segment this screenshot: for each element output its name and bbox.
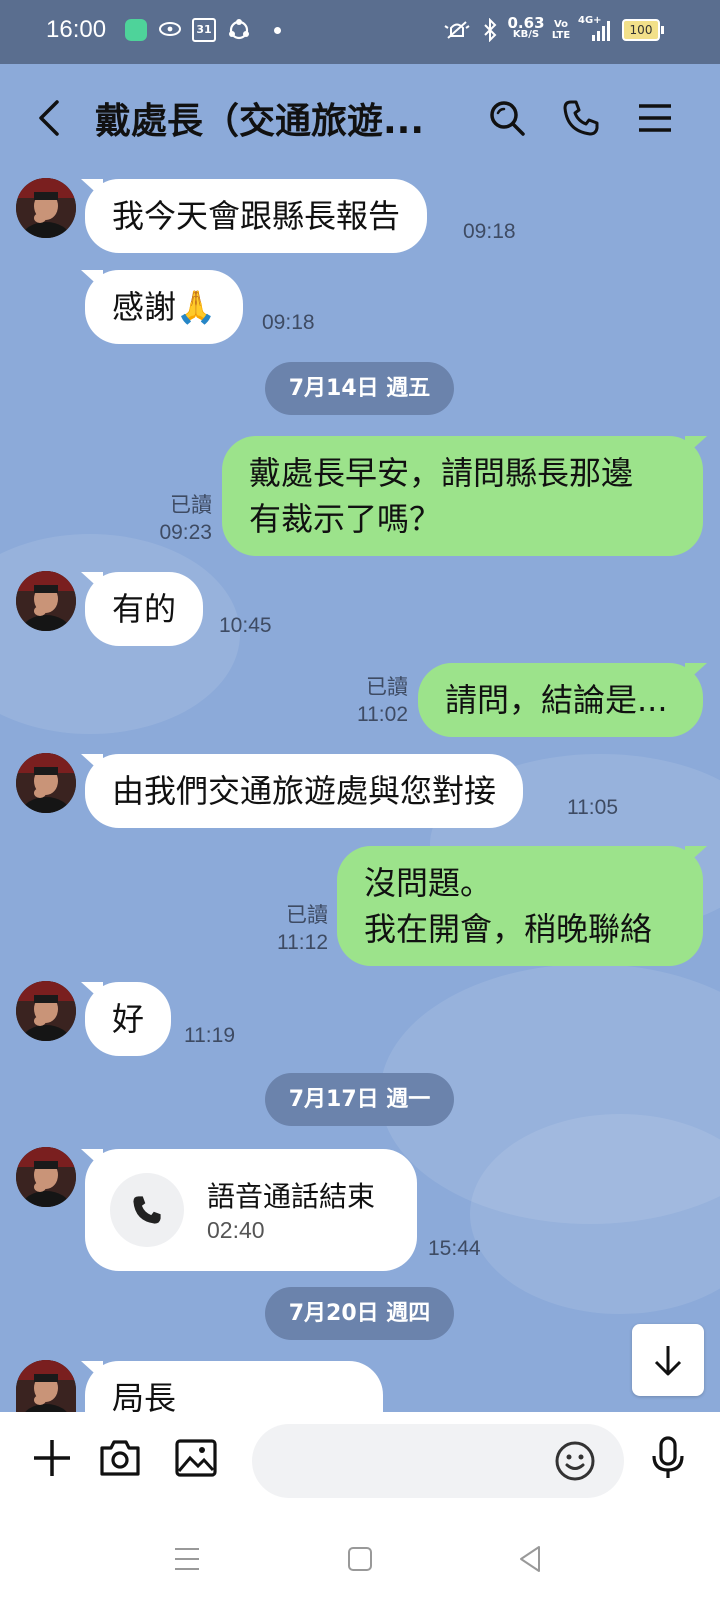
message-text-line: 沒問題。 [364,864,493,902]
incoming-message-bubble[interactable]: 局長 [85,1361,383,1417]
home-button[interactable] [335,1534,385,1584]
contact-avatar[interactable] [16,753,76,813]
message-time: 09:23 [159,521,212,544]
silent-mode-icon [442,17,472,43]
date-separator: 7月14日 週五 [265,362,454,415]
message-time: 11:02 [357,703,408,726]
message-text: 感謝🙏 [112,288,216,326]
message-time: 11:05 [567,796,618,819]
chevron-left-icon [39,100,59,136]
signal-icon: 4G+ [578,15,612,43]
net-speed: 0.63 KB/S [507,14,545,42]
call-title: 語音通話結束 [207,1180,376,1213]
status-bar: 16:00 31 0.63 KB/S Vo LTE 4G+ 100 [0,0,720,64]
date-separator: 7月20日 週四 [265,1287,454,1340]
message-time: 11:19 [184,1024,235,1047]
message-time: 11:12 [277,931,328,954]
incoming-message-bubble[interactable]: 有的 [85,572,204,646]
message-text: 由我們交通旅遊處與您對接 [112,772,497,810]
voice-button[interactable] [640,1430,696,1486]
message-text: 請問，結論是... [445,681,668,719]
incoming-message-bubble[interactable]: 我今天會跟縣長報告 [85,179,428,253]
read-label: 已讀 [286,904,328,927]
phone-icon [133,1196,161,1224]
cloud-app-icon [157,17,183,43]
scroll-to-bottom-button[interactable] [632,1324,704,1396]
message-time: 09:18 [262,311,315,334]
camera-icon [100,1440,140,1476]
outgoing-message-bubble[interactable]: 戴處長早安，請問縣長那邊 有裁示了嗎？ [222,436,703,556]
net-speed-value: 0.63 [507,14,545,32]
incoming-message-bubble[interactable]: 由我們交通旅遊處與您對接 [85,754,524,828]
camera-button[interactable] [92,1430,148,1486]
recent-apps-button[interactable] [162,1534,212,1584]
read-status: 已讀 11:02 [330,674,408,728]
menu-button[interactable] [629,92,681,144]
message-text: 好 [112,1000,145,1038]
status-time: 16:00 [46,16,107,43]
outgoing-message-bubble[interactable]: 沒問題。 我在開會，稍晚聯絡 [337,846,703,966]
add-button[interactable] [24,1430,80,1486]
read-label: 已讀 [366,676,408,699]
search-icon [490,101,525,136]
back-button[interactable] [24,92,76,144]
triangle-back-icon [520,1546,540,1572]
message-time: 15:44 [428,1237,481,1260]
read-label: 已讀 [170,494,212,517]
plus-icon [34,1440,70,1476]
date-separator: 7月17日 週一 [265,1073,454,1126]
incoming-message-bubble[interactable]: 感謝🙏 [85,270,243,344]
bluetooth-icon [480,17,500,43]
menu-icon [175,1548,199,1570]
microphone-icon [652,1436,684,1478]
chat-title[interactable]: 戴處長（交通旅遊... [95,92,445,144]
message-text-line: 戴處長早安，請問縣長那邊 [249,454,634,492]
menu-icon [639,104,671,132]
call-duration: 02:40 [207,1217,265,1243]
read-status: 已讀 09:23 [140,492,212,546]
contact-avatar[interactable] [16,981,76,1041]
phone-icon [563,100,599,136]
message-text-line: 我在開會，稍晚聯絡 [364,910,653,948]
square-icon [348,1547,372,1571]
call-button[interactable] [555,92,607,144]
search-button[interactable] [481,92,533,144]
message-time: 10:45 [219,614,272,637]
message-text: 我今天會跟縣長報告 [112,197,401,235]
back-nav-button[interactable] [505,1534,555,1584]
contact-avatar[interactable] [16,178,76,238]
app-notification-icon [124,17,148,43]
message-input-bar [0,1412,720,1524]
sync-app-icon [226,17,252,43]
message-time: 09:18 [463,220,516,243]
volte-icon: Vo LTE [550,17,572,43]
battery-level: 100 [629,23,653,37]
calendar-icon: 31 [192,17,216,43]
dot-indicator-icon [270,17,284,43]
voice-call-card[interactable]: 語音通話結束 02:40 [85,1149,417,1271]
call-icon-circle [110,1173,184,1247]
smiley-icon [555,1441,595,1481]
contact-avatar[interactable] [16,1147,76,1207]
volte-top: Vo [553,19,569,30]
system-navigation-bar [0,1524,720,1600]
image-button[interactable] [168,1430,224,1486]
volte-bottom: LTE [551,30,571,41]
contact-avatar[interactable] [16,1360,76,1412]
image-icon [175,1439,217,1477]
battery-icon: 100 [622,17,664,43]
contact-avatar[interactable] [16,571,76,631]
network-type: 4G+ [578,15,602,26]
emoji-button[interactable] [554,1440,596,1482]
outgoing-message-bubble[interactable]: 請問，結論是... [418,663,703,737]
read-status: 已讀 11:12 [250,902,328,956]
net-speed-unit: KB/S [512,29,540,40]
message-text-line: 有裁示了嗎？ [249,500,442,538]
message-input[interactable] [252,1424,624,1498]
calendar-day: 31 [192,18,216,42]
incoming-message-bubble[interactable]: 好 [85,982,172,1056]
message-text: 有的 [112,590,177,628]
arrow-down-icon [654,1346,682,1376]
